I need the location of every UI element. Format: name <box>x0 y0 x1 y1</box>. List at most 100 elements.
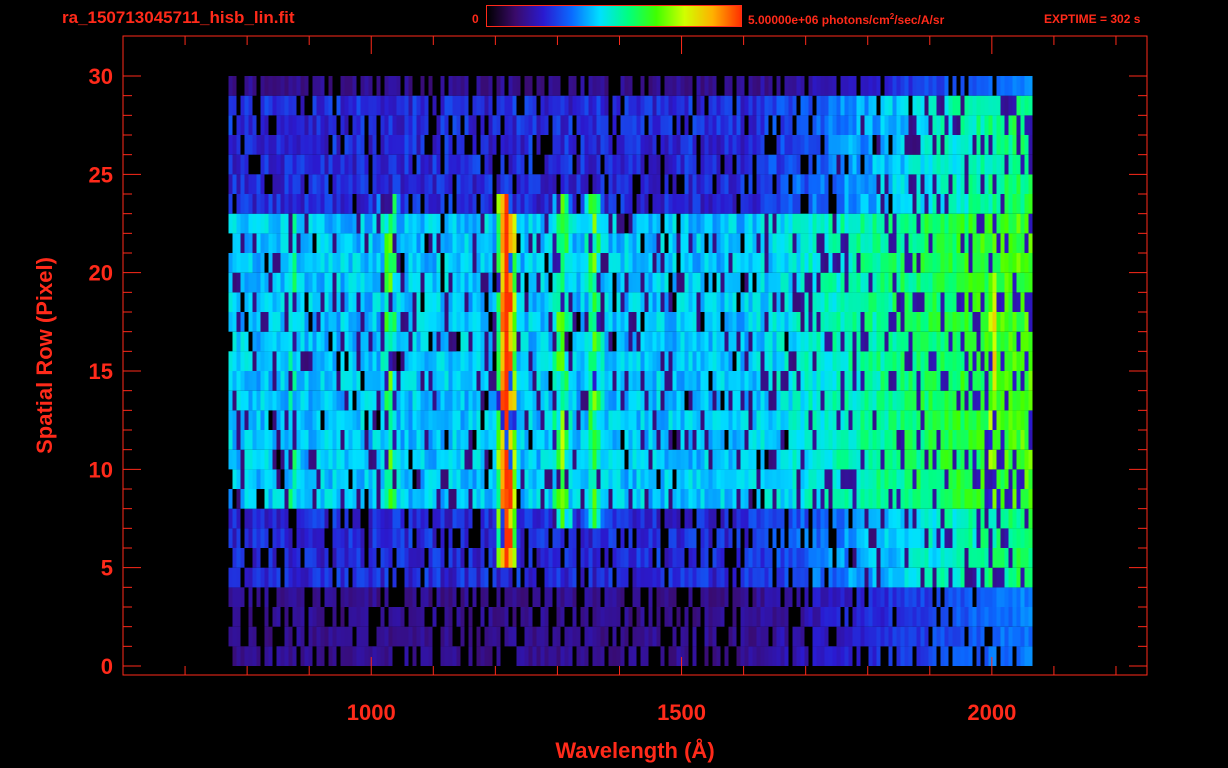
heatmap-cell <box>688 174 693 194</box>
heatmap-cell <box>296 351 301 371</box>
heatmap-cell <box>932 213 937 234</box>
heatmap-cell <box>864 371 869 391</box>
heatmap-cell <box>232 587 237 607</box>
heatmap-cell <box>836 351 841 371</box>
heatmap-cell <box>916 528 921 548</box>
heatmap-cell <box>552 135 557 155</box>
heatmap-cell <box>316 489 321 509</box>
heatmap-cell <box>336 430 341 450</box>
heatmap-cell <box>592 272 597 293</box>
heatmap-cell <box>556 430 561 450</box>
heatmap-cell <box>736 233 741 253</box>
heatmap-cell <box>624 410 629 430</box>
heatmap-cell <box>864 233 869 253</box>
heatmap-cell <box>748 253 753 273</box>
heatmap-cell <box>696 371 701 391</box>
heatmap-cell <box>544 390 549 411</box>
heatmap-cell <box>816 292 821 312</box>
heatmap-cell <box>728 371 733 391</box>
heatmap-cell <box>492 331 497 352</box>
heatmap-cell <box>720 233 725 253</box>
heatmap-cell <box>804 548 809 568</box>
heatmap-cell <box>264 194 269 214</box>
heatmap-cell <box>496 528 501 548</box>
heatmap-cell <box>956 528 961 548</box>
heatmap-cell <box>956 469 961 489</box>
heatmap-cell <box>932 449 937 470</box>
heatmap-cell <box>1012 233 1017 253</box>
heatmap-cell <box>1016 489 1021 509</box>
heatmap-cell <box>284 430 289 450</box>
heatmap-cell <box>496 292 501 312</box>
heatmap-cell <box>656 528 661 548</box>
heatmap-cell <box>920 174 925 194</box>
heatmap-cell <box>728 489 733 509</box>
heatmap-cell <box>228 154 233 175</box>
heatmap-cell <box>752 292 757 312</box>
heatmap-cell <box>796 272 801 293</box>
heatmap-cell <box>608 292 613 312</box>
heatmap-cell <box>688 430 693 450</box>
heatmap-cell <box>560 587 565 607</box>
heatmap-cell <box>440 508 445 529</box>
heatmap-cell <box>372 449 377 470</box>
heatmap-cell <box>972 469 977 489</box>
heatmap-cell <box>236 233 241 253</box>
heatmap-cell <box>624 430 629 450</box>
heatmap-cell <box>1024 154 1029 175</box>
heatmap-cell <box>284 548 289 568</box>
heatmap-cell <box>368 371 373 391</box>
heatmap-cell <box>292 430 297 450</box>
heatmap-cell <box>688 508 693 529</box>
heatmap-cell <box>532 567 537 588</box>
heatmap-cell <box>400 528 405 548</box>
heatmap-cell <box>464 154 469 175</box>
heatmap-cell <box>552 331 557 352</box>
heatmap-cell <box>628 194 633 214</box>
heatmap-cell <box>736 548 741 568</box>
heatmap-cell <box>1012 213 1017 234</box>
heatmap-cell <box>752 233 757 253</box>
heatmap-cell <box>672 135 677 155</box>
heatmap-cell <box>976 646 981 666</box>
heatmap-cell <box>780 508 785 529</box>
heatmap-cell <box>844 410 849 430</box>
heatmap-cell <box>288 272 293 293</box>
heatmap-cell <box>632 548 637 568</box>
heatmap-cell <box>548 253 553 273</box>
heatmap-cell <box>680 272 685 293</box>
heatmap-cell <box>684 213 689 234</box>
heatmap-cell <box>444 292 449 312</box>
heatmap-cell <box>396 233 401 253</box>
heatmap-cell <box>952 646 957 666</box>
heatmap-cell <box>1004 371 1009 391</box>
heatmap-cell <box>312 390 317 411</box>
heatmap-cell <box>560 371 565 391</box>
heatmap-cell <box>740 646 745 666</box>
heatmap-cell <box>352 567 357 588</box>
heatmap-cell <box>920 410 925 430</box>
heatmap-cell <box>1004 351 1009 371</box>
heatmap-cell <box>400 548 405 568</box>
heatmap-cell <box>456 194 461 214</box>
heatmap-cell <box>824 607 829 627</box>
heatmap-cell <box>676 194 681 214</box>
heatmap-cell <box>276 567 281 588</box>
heatmap-cell <box>980 430 985 450</box>
heatmap-cell <box>540 371 545 391</box>
heatmap-cell <box>712 351 717 371</box>
heatmap-cell <box>528 312 533 332</box>
heatmap-cell <box>628 312 633 332</box>
heatmap-cell <box>904 430 909 450</box>
heatmap-cell <box>488 469 493 489</box>
heatmap-cell <box>464 351 469 371</box>
heatmap-cell <box>264 351 269 371</box>
heatmap-cell <box>324 253 329 273</box>
heatmap-cell <box>1012 154 1017 175</box>
heatmap-cell <box>724 390 729 411</box>
heatmap-cell <box>620 449 625 470</box>
heatmap-cell <box>416 567 421 588</box>
heatmap-cell <box>796 331 801 352</box>
heatmap-cell <box>812 272 817 293</box>
heatmap-cell <box>764 430 769 450</box>
